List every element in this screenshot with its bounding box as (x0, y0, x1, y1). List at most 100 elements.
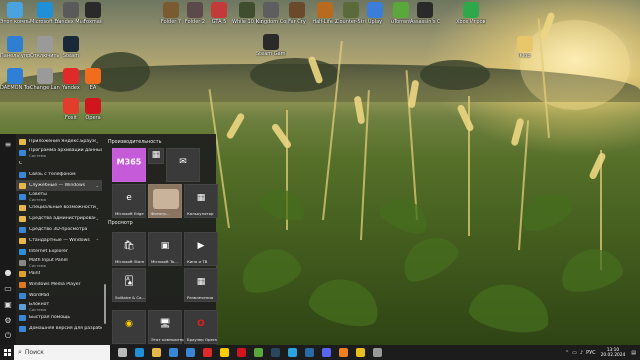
start-menu: ≡ ● ▭ ▣ ⚙ ⏻ Приложения Яндекс.Браузер ⌄ Пр… (0, 134, 218, 347)
clock[interactable]: 13:10 20.02.2024 (601, 348, 626, 358)
notifications-icon[interactable]: ▤ (631, 350, 636, 356)
edge-icon (37, 2, 53, 18)
app-list-item[interactable]: Служебные — Windows ⌄ (16, 180, 102, 191)
desktop-icon-label: Xbox Игровая (456, 19, 486, 25)
app-list-item[interactable]: Internet Explorer (16, 246, 102, 257)
task-view-icon[interactable] (118, 348, 127, 357)
tile-calculator[interactable]: ▦ Калькулятор (184, 184, 218, 218)
game-folder-icon (187, 2, 203, 18)
utorrent-icon[interactable] (254, 348, 263, 357)
chevron-up-icon[interactable]: ⌃ (565, 350, 569, 356)
tile-this-pc[interactable]: 🖥 Этот компьютер (148, 310, 185, 344)
photoshop-icon[interactable] (305, 348, 314, 357)
app-list-letter-header[interactable]: С (16, 158, 102, 169)
settings-icon[interactable]: ⚙ (0, 312, 16, 328)
tile-edge[interactable]: e Microsoft Edge (112, 184, 146, 218)
app-list-label: Приложения Яндекс.Браузер (29, 139, 96, 144)
taskbar-search[interactable]: ⌕ Поиск (14, 345, 110, 360)
desktop-icon[interactable]: GTA 5 (204, 0, 234, 36)
app-list-item[interactable]: Советы Система (16, 191, 102, 202)
desktop-icon-label: Панель управления (0, 53, 30, 59)
farcry-icon (289, 2, 305, 18)
app-list-label: Программа архивации данных (29, 147, 102, 153)
vlc-icon[interactable] (339, 348, 348, 357)
assassins-creed-icon (417, 2, 433, 18)
privacy-icon (37, 36, 53, 52)
discord-icon[interactable] (322, 348, 331, 357)
app-list-label: Paint (29, 271, 41, 276)
telegram-icon[interactable] (288, 348, 297, 357)
app-list-item[interactable]: WordPad (16, 290, 102, 301)
leaf (305, 271, 385, 333)
app-list-label: WordPad (29, 293, 50, 298)
chevron-icon: ⌄ (95, 183, 99, 188)
todo-icon: ▣ (160, 241, 170, 252)
volume-icon[interactable]: ♪ (580, 350, 583, 356)
explorer-icon[interactable] (152, 348, 161, 357)
app-list-item[interactable]: Программа архивации данных Система (16, 147, 102, 158)
desktop-icon[interactable]: Foxmail (78, 0, 108, 36)
desktop-icon[interactable]: Панель управления (0, 34, 30, 70)
app-list-label: Советы (29, 191, 47, 197)
desktop-icon[interactable]: Этот компьютер (0, 0, 30, 36)
edge-icon[interactable] (135, 348, 144, 357)
desktop-icon[interactable]: Klob (510, 34, 540, 70)
app-list-item[interactable]: Домашняя версия для разработч… (16, 323, 102, 334)
desktop-icon[interactable]: Far Cry (282, 0, 312, 36)
tile-mail[interactable]: ✉ (166, 148, 200, 182)
solitaire-icon: 🂡 (124, 277, 134, 288)
hamburger-icon[interactable]: ≡ (0, 136, 16, 152)
yandex-browser-icon[interactable] (203, 348, 212, 357)
tips-icon (19, 193, 26, 200)
desktop-icon[interactable]: DAEMON Tools Lite (0, 66, 30, 102)
document-icon[interactable]: ▭ (0, 280, 16, 296)
yandex-music-icon: ◉ (125, 319, 133, 330)
steam-icon[interactable] (271, 348, 280, 357)
store-icon[interactable] (169, 348, 178, 357)
app-list-item[interactable]: Связь с телефоном (16, 169, 102, 180)
leaf (256, 182, 310, 226)
app-list-item[interactable]: Быстрая помощь (16, 312, 102, 323)
language-indicator[interactable]: РУС (586, 350, 596, 356)
leaf (376, 190, 434, 240)
app-list-item[interactable]: Math Input Panel Система (16, 257, 102, 268)
tile-solitaire[interactable]: 🂡 Solitaire & Ca… (112, 268, 146, 302)
tile-photos[interactable]: Фотогр… (148, 184, 182, 218)
tile-office-365[interactable]: M365 (112, 148, 146, 182)
app-list-item[interactable]: Стандартные — Windows ⌃ (16, 235, 102, 246)
tile-office-apps[interactable]: ▦ (148, 148, 164, 164)
edge-icon: e (126, 193, 132, 204)
tile-store[interactable]: 🛍 Microsoft Store (112, 232, 146, 266)
app-list-item[interactable]: Windows Media Player (16, 279, 102, 290)
app-list-item[interactable]: Приложения Яндекс.Браузер ⌄ (16, 136, 102, 147)
tile-entertainment[interactable]: ▦ Развлечения (184, 268, 218, 302)
tile-yandex-music[interactable]: ◉ (112, 310, 146, 344)
mail-icon[interactable] (186, 348, 195, 357)
desktop-icon[interactable]: Xbox Игровая (456, 0, 486, 36)
app-list-label: Средства администрирования… (29, 216, 96, 221)
app-list[interactable]: Приложения Яндекс.Браузер ⌄ Программа архи… (16, 134, 102, 347)
chrome-icon[interactable] (356, 348, 365, 357)
settings-icon[interactable] (373, 348, 382, 357)
pictures-icon[interactable]: ▣ (0, 296, 16, 312)
network-icon[interactable]: ▭ (572, 350, 577, 356)
desktop-icon[interactable]: Steam Game (256, 32, 286, 68)
start-button[interactable] (0, 345, 14, 360)
tile-opera[interactable]: O Браузер Opera (184, 310, 218, 344)
desktop-icon[interactable]: Opera (78, 96, 108, 132)
power-icon[interactable]: ⏻ (0, 328, 16, 344)
tile-movies[interactable]: ▶ Кино и ТВ (184, 232, 218, 266)
app-list-item[interactable]: Средства администрирования…⌄ (16, 213, 102, 224)
user-icon[interactable]: ● (0, 264, 16, 280)
tile-todo[interactable]: ▣ Microsoft To… (148, 232, 182, 266)
desktop-icon[interactable]: Steam (56, 34, 86, 70)
yandex-icon[interactable] (220, 348, 229, 357)
app-list-item[interactable]: Средство 3D-просмотра (16, 224, 102, 235)
folder-icon (19, 215, 26, 222)
app-list-item[interactable]: Paint (16, 268, 102, 279)
app-list-item[interactable]: Блокнот Система (16, 301, 102, 312)
opera-icon[interactable] (237, 348, 246, 357)
app-list-sublabel: Система (29, 152, 46, 158)
desktop-icon[interactable]: Assassin's Creed (410, 0, 440, 36)
app-list-item[interactable]: Специальные возможности Wi…⌄ (16, 202, 102, 213)
